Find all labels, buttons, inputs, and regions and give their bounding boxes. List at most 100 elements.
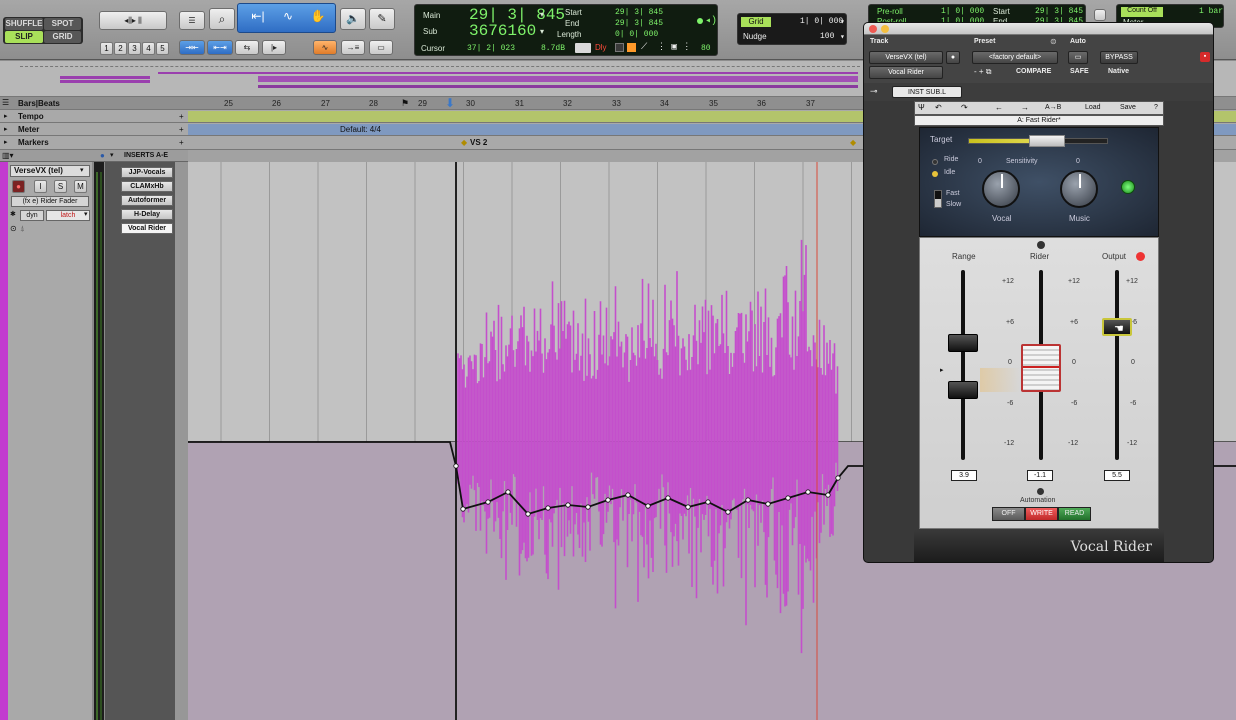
- automation-breakpoint[interactable]: [835, 475, 841, 481]
- rider-link-icon[interactable]: [1037, 241, 1045, 249]
- key-icon[interactable]: ⊸: [870, 86, 878, 97]
- sidechain-input-selector[interactable]: INST SUB.L: [892, 86, 962, 98]
- zoomer-mode-button[interactable]: ☰: [179, 11, 205, 30]
- automation-read-button[interactable]: READ: [1058, 507, 1091, 521]
- track-toggle[interactable]: ●: [946, 51, 960, 64]
- automation-breakpoint[interactable]: [645, 503, 651, 509]
- expand-icon[interactable]: ▸: [4, 125, 8, 133]
- end-value[interactable]: 29| 3| 845: [615, 19, 663, 28]
- automation-breakpoint[interactable]: [485, 499, 491, 505]
- preroll-value[interactable]: 1| 0| 000: [941, 7, 984, 16]
- range-readout[interactable]: 3.9: [951, 470, 977, 481]
- playhead-marker-icon[interactable]: ⬇: [445, 96, 455, 110]
- insert-selector[interactable]: Vocal Rider: [869, 66, 943, 79]
- next-preset-icon[interactable]: →: [1021, 103, 1029, 112]
- marker-icon[interactable]: ◆: [850, 138, 856, 147]
- grid-value[interactable]: 1| 0| 000: [800, 17, 843, 26]
- pencil-tool-button[interactable]: ✎: [369, 8, 395, 30]
- track-name[interactable]: VerseVX (tel): [10, 165, 90, 177]
- nudge-dropdown-icon[interactable]: ▾: [840, 32, 845, 42]
- start-value[interactable]: 29| 3| 845: [615, 8, 663, 17]
- timebase-icon[interactable]: ⊙: [10, 224, 17, 233]
- compare-button[interactable]: COMPARE: [1016, 68, 1051, 75]
- mute-button[interactable]: M: [74, 180, 87, 193]
- automation-breakpoint[interactable]: [625, 492, 631, 498]
- automation-breakpoint[interactable]: [705, 499, 711, 505]
- insert-clamxhb[interactable]: CLAMxHb: [121, 181, 173, 192]
- automation-breakpoint[interactable]: [825, 492, 831, 498]
- link-track-button[interactable]: ⇆: [235, 40, 259, 55]
- target-slider-thumb[interactable]: [1029, 135, 1065, 147]
- automation-breakpoint[interactable]: [805, 489, 811, 495]
- zoom-tool-button[interactable]: ⌕: [209, 8, 235, 30]
- preset-prev-next-icon[interactable]: - + ⧉: [974, 67, 992, 77]
- zoom-preset-1[interactable]: 1: [100, 42, 113, 55]
- help-button[interactable]: ?: [1154, 104, 1158, 111]
- automation-breakpoint[interactable]: [605, 497, 611, 503]
- insert-h-delay[interactable]: H-Delay: [121, 209, 173, 220]
- inserts-header[interactable]: INSERTS A-E: [124, 152, 168, 159]
- automation-breakpoint[interactable]: [525, 511, 531, 517]
- add-meter-icon[interactable]: +: [179, 125, 184, 134]
- delay-label[interactable]: Dly: [595, 43, 607, 52]
- grid-dropdown-icon[interactable]: ▾: [840, 17, 845, 27]
- ruler-view-icon[interactable]: ☰: [2, 98, 9, 107]
- automation-breakpoint[interactable]: [545, 505, 551, 511]
- tab-to-transients-button[interactable]: ⇥⇤: [179, 40, 205, 55]
- sub-counter-value[interactable]: 3676160: [469, 22, 536, 40]
- safe-button[interactable]: SAFE: [1070, 68, 1089, 75]
- automation-breakpoint[interactable]: [725, 509, 731, 515]
- transport-start-value[interactable]: 29| 3| 845: [1035, 7, 1083, 16]
- automation-breakpoint[interactable]: [765, 501, 771, 507]
- trim-tool-button[interactable]: ⇤|: [246, 9, 270, 29]
- tempo-value[interactable]: 80: [701, 44, 711, 53]
- mirror-midi-button[interactable]: ∿: [313, 40, 337, 55]
- save-button[interactable]: Save: [1120, 104, 1136, 111]
- zoom-horizontal-button[interactable]: ◂⫼▸ ⫼: [99, 11, 167, 30]
- target-slider[interactable]: [968, 135, 1108, 147]
- tab-button[interactable]: →≡: [341, 40, 365, 55]
- automation-breakpoint[interactable]: [453, 463, 459, 469]
- grid-label[interactable]: Grid: [741, 17, 771, 27]
- insertion-follows-button[interactable]: |▸: [262, 40, 286, 55]
- dyn-button[interactable]: dyn: [20, 210, 44, 221]
- range-lower-handle[interactable]: [948, 381, 978, 399]
- output-readout[interactable]: 5.5: [1104, 470, 1130, 481]
- preset-title[interactable]: A: Fast Rider*: [914, 115, 1164, 126]
- automation-write-button[interactable]: WRITE: [1025, 507, 1058, 521]
- nudge-value[interactable]: 100: [820, 32, 834, 41]
- rider-fader-handle[interactable]: [1021, 344, 1061, 392]
- link-timeline-button[interactable]: ⇤⇥: [207, 40, 233, 55]
- power-icon[interactable]: ▪: [1200, 52, 1210, 62]
- scrubber-tool-button[interactable]: 🔈: [340, 8, 366, 30]
- header-menu-icon[interactable]: ▾: [110, 151, 114, 159]
- zoom-preset-4[interactable]: 4: [142, 42, 155, 55]
- redo-icon[interactable]: ↷: [961, 103, 968, 112]
- insert-vocal-rider[interactable]: Vocal Rider: [121, 223, 173, 234]
- fast-slow-switch[interactable]: [934, 190, 942, 208]
- prev-preset-icon[interactable]: ←: [995, 103, 1003, 112]
- automation-off-button[interactable]: OFF: [992, 507, 1025, 521]
- preset-menu-icon[interactable]: ⊜: [1050, 37, 1057, 46]
- expand-icon[interactable]: ▸: [4, 112, 8, 120]
- keyboard-focus-button[interactable]: ▭: [369, 40, 393, 55]
- transport-toggle-button[interactable]: [1094, 9, 1106, 21]
- automation-breakpoint[interactable]: [745, 497, 751, 503]
- tempo-toggle[interactable]: [615, 43, 624, 52]
- slip-mode-button[interactable]: SLIP: [5, 31, 43, 43]
- automation-breakpoint[interactable]: [585, 504, 591, 510]
- undo-icon[interactable]: ↶: [935, 103, 942, 112]
- selector-tool-button[interactable]: ∿: [276, 9, 300, 29]
- load-button[interactable]: Load: [1085, 104, 1101, 111]
- record-enable-button[interactable]: ●: [12, 180, 25, 193]
- add-tempo-icon[interactable]: +: [179, 112, 184, 121]
- automation-breakpoint[interactable]: [685, 504, 691, 510]
- automation-breakpoint[interactable]: [565, 502, 571, 508]
- vocal-sensitivity-knob[interactable]: [982, 170, 1020, 208]
- preset-selector[interactable]: <factory default>: [972, 51, 1058, 64]
- music-sensitivity-knob[interactable]: [1060, 170, 1098, 208]
- metronome-toggle[interactable]: [627, 43, 636, 52]
- zoom-preset-2[interactable]: 2: [114, 42, 127, 55]
- automation-dropdown-icon[interactable]: ▾: [84, 210, 88, 218]
- insert-autoformer[interactable]: Autoformer: [121, 195, 173, 206]
